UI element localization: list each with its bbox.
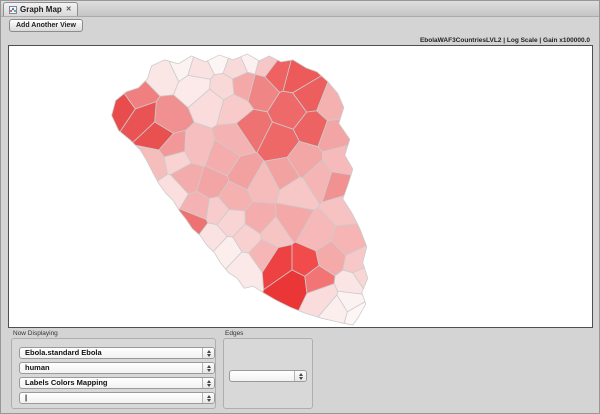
map-panel — [8, 45, 593, 328]
species-select-value: human — [25, 363, 50, 372]
edges-group — [223, 338, 313, 409]
combo-stepper-icon — [202, 363, 214, 373]
tab-title: Graph Map — [20, 5, 62, 14]
color-mapping-select-value: Labels Colors Mapping — [25, 378, 108, 387]
dataset-select[interactable]: Ebola.standard Ebola — [19, 347, 215, 359]
map-header-info: EbolaWAF3CountriesLVL2 | Log Scale | Gai… — [419, 37, 590, 44]
combo-stepper-icon — [202, 348, 214, 358]
graph-map-view-icon — [9, 5, 17, 14]
delimiter-select[interactable]: | — [19, 392, 215, 404]
combo-stepper-icon — [202, 378, 214, 388]
now-displaying-group: Ebola.standard Ebola human Labels Colors… — [11, 338, 216, 409]
tab-bar: Graph Map ✕ — [1, 1, 599, 17]
delimiter-select-value: | — [25, 393, 28, 402]
edges-select[interactable] — [229, 370, 307, 382]
tab-graph-map[interactable]: Graph Map ✕ — [3, 2, 78, 16]
color-mapping-select[interactable]: Labels Colors Mapping — [19, 377, 215, 389]
species-select[interactable]: human — [19, 362, 215, 374]
tab-close-icon[interactable]: ✕ — [66, 6, 72, 13]
combo-stepper-icon — [202, 393, 214, 403]
now-displaying-label: Now Displaying — [13, 330, 58, 337]
choropleth-map[interactable] — [9, 46, 592, 327]
combo-stepper-icon — [294, 371, 306, 381]
edges-label: Edges — [225, 330, 244, 337]
dataset-select-value: Ebola.standard Ebola — [25, 348, 102, 357]
app-window: Graph Map ✕ Add Another View EbolaWAF3Co… — [0, 0, 600, 414]
add-another-view-button[interactable]: Add Another View — [9, 19, 83, 32]
